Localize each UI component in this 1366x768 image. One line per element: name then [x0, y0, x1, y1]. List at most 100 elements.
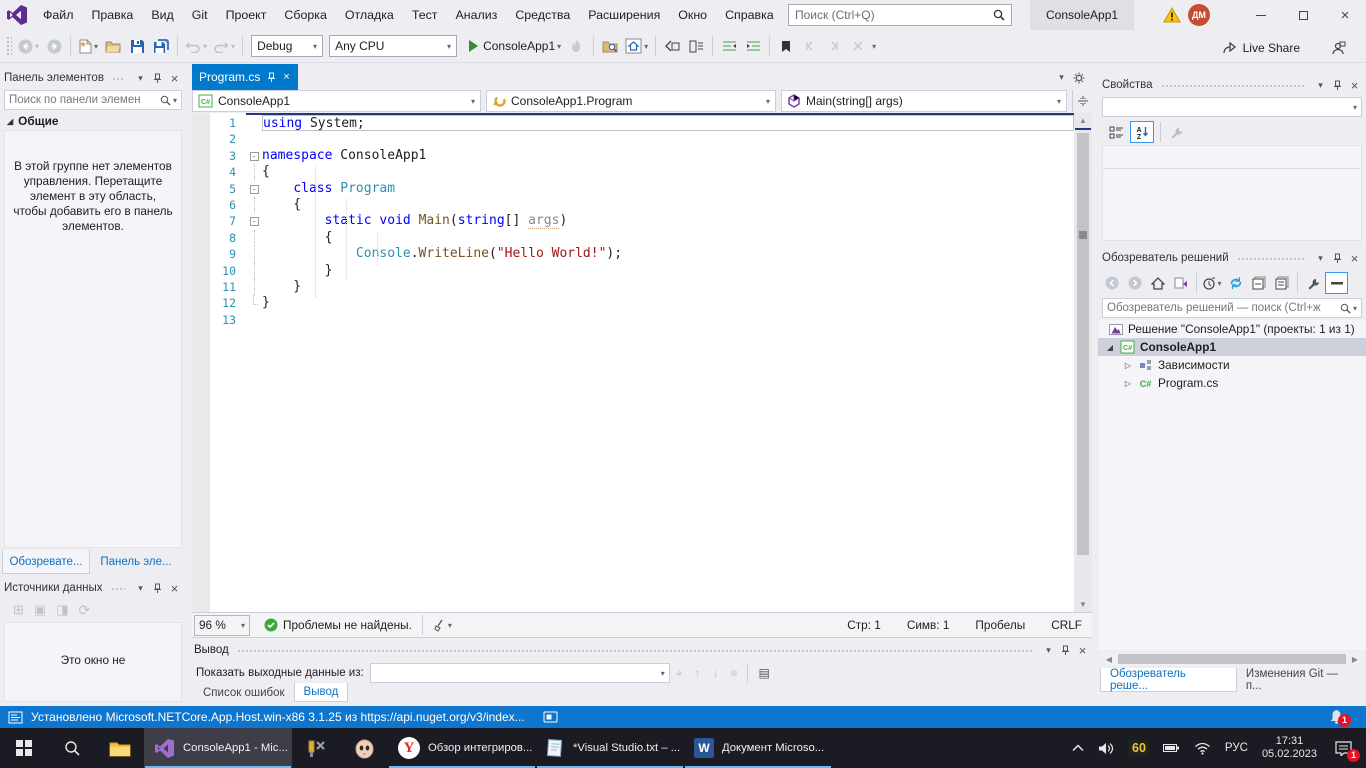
window-position-icon[interactable]: ▾ [1041, 643, 1056, 658]
next-bookmark-button[interactable] [823, 34, 845, 58]
tab-solution-explorer[interactable]: Обозреватель реше... [1100, 668, 1237, 692]
output-status-icon[interactable] [8, 711, 23, 724]
menu-item[interactable]: Проект [217, 0, 276, 30]
fold-collapse-icon[interactable]: - [246, 181, 262, 197]
action-center-button[interactable]: 1 [1324, 728, 1362, 768]
gear-icon[interactable] [1071, 70, 1086, 85]
scrollbar-up-icon[interactable]: ▲ [1074, 116, 1092, 125]
code-line[interactable]: 6 { [210, 197, 1074, 213]
hscrollbar-thumb[interactable] [1118, 654, 1346, 664]
navigate-backward-ext-icon[interactable] [661, 34, 683, 58]
volume-icon[interactable] [1091, 728, 1122, 768]
project-dropdown[interactable]: C# ConsoleApp1▾ [192, 90, 481, 112]
solution-configurations-select[interactable]: Debug▾ [251, 35, 323, 57]
code-line[interactable]: 13 [210, 312, 1074, 328]
fold-collapse-icon[interactable]: - [246, 148, 262, 164]
solution-explorer-search-input[interactable] [1107, 302, 1340, 314]
code-line[interactable]: 8 { [210, 230, 1074, 246]
tab-server-explorer[interactable]: Обозревате... [2, 550, 90, 574]
code-line[interactable]: 11 } [210, 279, 1074, 295]
code-line[interactable]: 9 Console.WriteLine("Hello World!"); [210, 246, 1074, 262]
toolbox-search[interactable]: ▾ [4, 90, 182, 110]
expanded-arrow-icon[interactable]: ◢ [1102, 343, 1118, 352]
properties-wrench-button[interactable] [1302, 272, 1325, 294]
breakpoint-margin[interactable] [192, 113, 210, 612]
navigate-back-button[interactable]: ▾ [16, 34, 41, 58]
new-file-button[interactable]: ▾ [76, 34, 100, 58]
undo-button[interactable]: ▾ [183, 34, 209, 58]
document-outline-icon[interactable] [685, 34, 707, 58]
redo-button[interactable]: ▾ [211, 34, 237, 58]
categorized-button[interactable] [1104, 121, 1128, 143]
word-taskbar-app[interactable]: WДокумент Microso... [684, 728, 832, 768]
solution-explorer-hscrollbar[interactable]: ◀ ▶ [1102, 652, 1362, 666]
close-icon[interactable]: × [167, 71, 182, 86]
hot-reload-icon[interactable] [566, 34, 588, 58]
preview-selected-items-button[interactable] [1325, 272, 1348, 294]
close-tab-icon[interactable]: × [283, 71, 289, 83]
save-all-button[interactable] [150, 34, 172, 58]
close-icon[interactable]: × [167, 581, 182, 596]
menu-item[interactable]: Правка [82, 0, 142, 30]
status-eol[interactable]: CRLF [1051, 618, 1082, 632]
previous-bookmark-button[interactable] [799, 34, 821, 58]
home-button[interactable] [1146, 272, 1169, 294]
battery-icon[interactable] [1156, 728, 1187, 768]
user-avatar[interactable]: ДМ [1188, 4, 1210, 26]
code-line[interactable]: 5- class Program [210, 181, 1074, 197]
pin-icon[interactable] [1330, 251, 1345, 266]
refresh-icon[interactable]: ⟳ [79, 602, 91, 619]
close-icon[interactable]: × [1347, 78, 1362, 93]
member-dropdown[interactable]: Main(string[] args)▾ [781, 90, 1067, 112]
show-all-files-button[interactable] [1270, 272, 1293, 294]
scroll-left-icon[interactable]: ◀ [1102, 655, 1116, 664]
open-file-button[interactable] [102, 34, 124, 58]
minimize-button[interactable] [1240, 0, 1282, 30]
type-dropdown[interactable]: ConsoleApp1.Program▾ [486, 90, 776, 112]
warning-icon[interactable] [1163, 7, 1181, 23]
pending-changes-filter-button[interactable]: ▾ [1201, 272, 1224, 294]
scroll-right-icon[interactable]: ▶ [1348, 655, 1362, 664]
pin-icon[interactable] [1330, 78, 1345, 93]
status-spaces[interactable]: Пробелы [975, 618, 1025, 632]
close-icon[interactable]: × [1347, 251, 1362, 266]
decrease-indent-icon[interactable] [718, 34, 740, 58]
feedback-icon[interactable] [1331, 36, 1346, 60]
menu-item[interactable]: Git [183, 0, 217, 30]
status-message[interactable]: Установлено Microsoft.NETCore.App.Host.w… [31, 710, 525, 724]
start-button[interactable] [0, 728, 48, 768]
solution-platforms-select[interactable]: Any CPU▾ [329, 35, 457, 57]
configure-data-source-icon[interactable]: ◨ [56, 602, 68, 618]
home-view-button[interactable]: ▾ [623, 34, 650, 58]
code-cleanup-button[interactable]: ▾ [433, 619, 452, 632]
tree-item-program-cs[interactable]: ▷C#Program.cs [1098, 374, 1366, 392]
collapsed-arrow-icon[interactable]: ▷ [1120, 361, 1136, 370]
pin-tab-icon[interactable] [267, 72, 276, 83]
isaac-pinned-app[interactable] [340, 728, 388, 768]
quick-search[interactable] [788, 4, 1012, 26]
tab-output[interactable]: Вывод [294, 683, 349, 702]
menu-item[interactable]: Файл [34, 0, 82, 30]
next-message-icon[interactable]: ↓ [712, 666, 718, 680]
scrollbar-thumb[interactable] [1077, 133, 1089, 555]
add-data-source-icon[interactable]: ⊞ [13, 602, 24, 618]
split-window-icon[interactable] [1072, 90, 1092, 112]
code-line[interactable]: 4{ [210, 164, 1074, 180]
active-files-dropdown-icon[interactable]: ▾ [1054, 70, 1069, 85]
property-pages-button[interactable] [1165, 121, 1189, 143]
toolbox-search-input[interactable] [9, 94, 160, 106]
zoom-select[interactable]: 96 %▾ [194, 615, 250, 636]
visual-studio-taskbar-app[interactable]: ConsoleApp1 - Mic... [144, 728, 292, 768]
notepad-taskbar-app[interactable]: *Visual Studio.txt – ... [536, 728, 684, 768]
pin-icon[interactable] [150, 71, 165, 86]
word-wrap-icon[interactable]: ▤ [758, 666, 769, 680]
code-line[interactable]: 2 [210, 131, 1074, 147]
menu-item[interactable]: Справка [716, 0, 783, 30]
solution-explorer-search[interactable]: ▾ [1102, 298, 1362, 318]
notification-bell-icon[interactable]: 1 [1329, 709, 1344, 724]
statusbar-secondary-icon[interactable] [543, 711, 558, 723]
switch-views-button[interactable] [1169, 272, 1192, 294]
fold-collapse-icon[interactable]: - [246, 213, 262, 229]
code-health-indicator[interactable]: Проблемы не найдены. [264, 618, 412, 632]
close-icon[interactable]: × [1075, 643, 1090, 658]
